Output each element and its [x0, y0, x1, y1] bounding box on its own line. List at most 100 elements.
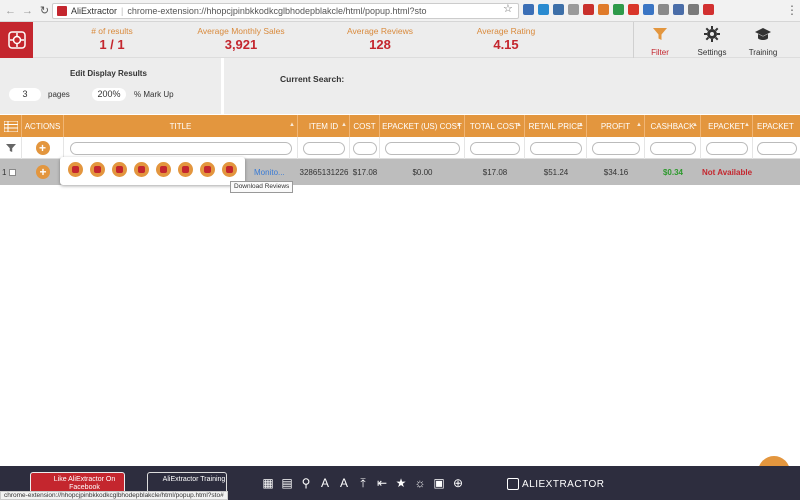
extension-icon[interactable]	[628, 4, 639, 15]
download-reviews-icon[interactable]	[222, 162, 237, 177]
filter-total-cost-input[interactable]	[469, 141, 520, 155]
markup-input[interactable]: 200%	[92, 88, 126, 101]
address-url: chrome-extension://hhopcjpinbkkodkcglbho…	[127, 6, 427, 16]
header-cashback[interactable]: CASHBACK ▲	[645, 115, 701, 137]
filter-epacket-cost-cell	[380, 137, 465, 159]
select-all-menu-icon[interactable]	[0, 115, 22, 137]
extension-name: AliExtractor	[71, 6, 118, 16]
filter-profit-cell	[587, 137, 645, 159]
filter-button[interactable]: Filter	[640, 22, 680, 58]
filter-cost-cell	[350, 137, 380, 159]
filter-epacket-2-input[interactable]	[757, 141, 797, 155]
lightbulb-icon[interactable]: ☼	[414, 476, 426, 490]
excel-export-icon[interactable]: ▦	[262, 476, 274, 490]
table-header: ACTIONS TITLE ▲ ITEM ID ▲ COST EPACKET (US…	[0, 115, 800, 137]
bookmark-star-icon[interactable]: ☆	[503, 2, 513, 15]
extension-icon[interactable]	[613, 4, 624, 15]
font-decrease-icon[interactable]: A	[338, 476, 350, 490]
extension-icon[interactable]	[688, 4, 699, 15]
filter-item-id-cell	[298, 137, 350, 159]
filter-cost-input[interactable]	[352, 141, 377, 155]
training-button[interactable]: Training	[744, 22, 782, 58]
extension-icon[interactable]	[523, 4, 534, 15]
stats-header: # of results 1 / 1 Average Monthly Sales…	[0, 22, 800, 58]
filter-profit-input[interactable]	[591, 141, 640, 155]
browser-menu-icon[interactable]: ⋮	[786, 4, 798, 16]
current-search-panel: Current Search:	[224, 58, 800, 114]
row-checkbox[interactable]	[9, 168, 17, 176]
extension-icon[interactable]	[673, 4, 684, 15]
back-icon[interactable]: ←	[4, 5, 17, 17]
filter-item-id-input[interactable]	[302, 141, 345, 155]
stat-value: 4.15	[493, 37, 519, 52]
address-bar[interactable]: AliExtractor | chrome-extension://hhopcj…	[52, 3, 519, 19]
header-retail-price[interactable]: RETAIL PRICE ▲	[525, 115, 587, 137]
filter-epacket-input[interactable]	[705, 141, 748, 155]
header-profit[interactable]: PROFIT ▲	[587, 115, 645, 137]
header-total-cost-label: TOTAL COST	[469, 121, 520, 131]
extension-icon[interactable]	[568, 4, 579, 15]
filter-actions-cell: +	[22, 137, 64, 159]
save-icon[interactable]: ▣	[433, 476, 445, 490]
download-reviews-tooltip: Download Reviews	[230, 181, 294, 193]
filter-title-input[interactable]	[69, 141, 292, 155]
display-panel-title: Edit Display Results	[70, 69, 147, 78]
add-icon[interactable]: ⊕	[452, 476, 464, 490]
header-epacket[interactable]: EPACKET ▲	[701, 115, 753, 137]
import-icon[interactable]	[68, 162, 83, 177]
extension-icon[interactable]	[703, 4, 714, 15]
view-icon[interactable]	[90, 162, 105, 177]
filter-retail-price-input[interactable]	[529, 141, 582, 155]
header-cost[interactable]: COST	[350, 115, 380, 137]
status-url: chrome-extension://hhopcjpinbkkodkcglbho…	[0, 491, 228, 500]
filter-cashback-input[interactable]	[649, 141, 696, 155]
extension-icon[interactable]	[643, 4, 654, 15]
filter-retail-price-cell	[525, 137, 587, 159]
calculator-icon[interactable]	[134, 162, 149, 177]
filter-epacket-cost-input[interactable]	[384, 141, 460, 155]
sort-icon: ▲	[578, 122, 584, 128]
header-total-cost[interactable]: TOTAL COST ▲	[465, 115, 525, 137]
gear-icon	[692, 26, 732, 46]
extension-icon[interactable]	[658, 4, 669, 15]
aliextractor-logo-icon	[507, 478, 519, 490]
font-increase-icon[interactable]: A	[319, 476, 331, 490]
collapse-icon[interactable]: ⇤	[376, 476, 388, 490]
filter-icon[interactable]	[0, 137, 22, 159]
stat-label: Average Reviews	[347, 26, 413, 36]
star-icon[interactable]: ★	[395, 476, 407, 490]
row-profit: $34.16	[603, 167, 629, 177]
aliextractor-logo	[0, 22, 33, 58]
header-item-id[interactable]: ITEM ID ▲	[298, 115, 350, 137]
word-export-icon[interactable]: ▤	[281, 476, 293, 490]
extension-icons	[523, 4, 714, 15]
row-epacket: Not Available	[701, 167, 753, 177]
header-epacket-cost[interactable]: EPACKET (US) COST ▲	[380, 115, 465, 137]
block-icon[interactable]	[178, 162, 193, 177]
search-icon[interactable]: ⚲	[300, 476, 312, 490]
add-all-button[interactable]: +	[35, 141, 50, 155]
sort-icon: ▲	[456, 122, 462, 128]
extension-icon[interactable]	[553, 4, 564, 15]
extension-icon[interactable]	[583, 4, 594, 15]
header-epacket-2[interactable]: EPACKET	[753, 115, 800, 137]
row-actions-button[interactable]: +	[36, 165, 50, 179]
training-label: Training	[748, 48, 778, 57]
reload-icon[interactable]: ↻	[38, 4, 51, 17]
row-actions-cell: +	[22, 159, 64, 185]
sort-icon: ▲	[516, 122, 522, 128]
header-title[interactable]: TITLE ▲	[64, 115, 298, 137]
location-icon[interactable]	[156, 162, 171, 177]
brand-label: ALIEXTRACTOR	[522, 478, 605, 490]
row-total-cost: $17.08	[482, 167, 508, 177]
pages-input[interactable]: 3	[9, 88, 41, 101]
row-cost: $17.08	[352, 167, 378, 177]
extension-icon[interactable]	[598, 4, 609, 15]
forward-icon[interactable]: →	[21, 5, 34, 17]
download-icon[interactable]	[200, 162, 215, 177]
extension-icon[interactable]	[538, 4, 549, 15]
settings-button[interactable]: Settings	[692, 22, 732, 58]
shop-icon[interactable]	[112, 162, 127, 177]
stat-value: 1 / 1	[99, 37, 125, 52]
scroll-top-icon[interactable]: ⤒	[357, 476, 369, 490]
